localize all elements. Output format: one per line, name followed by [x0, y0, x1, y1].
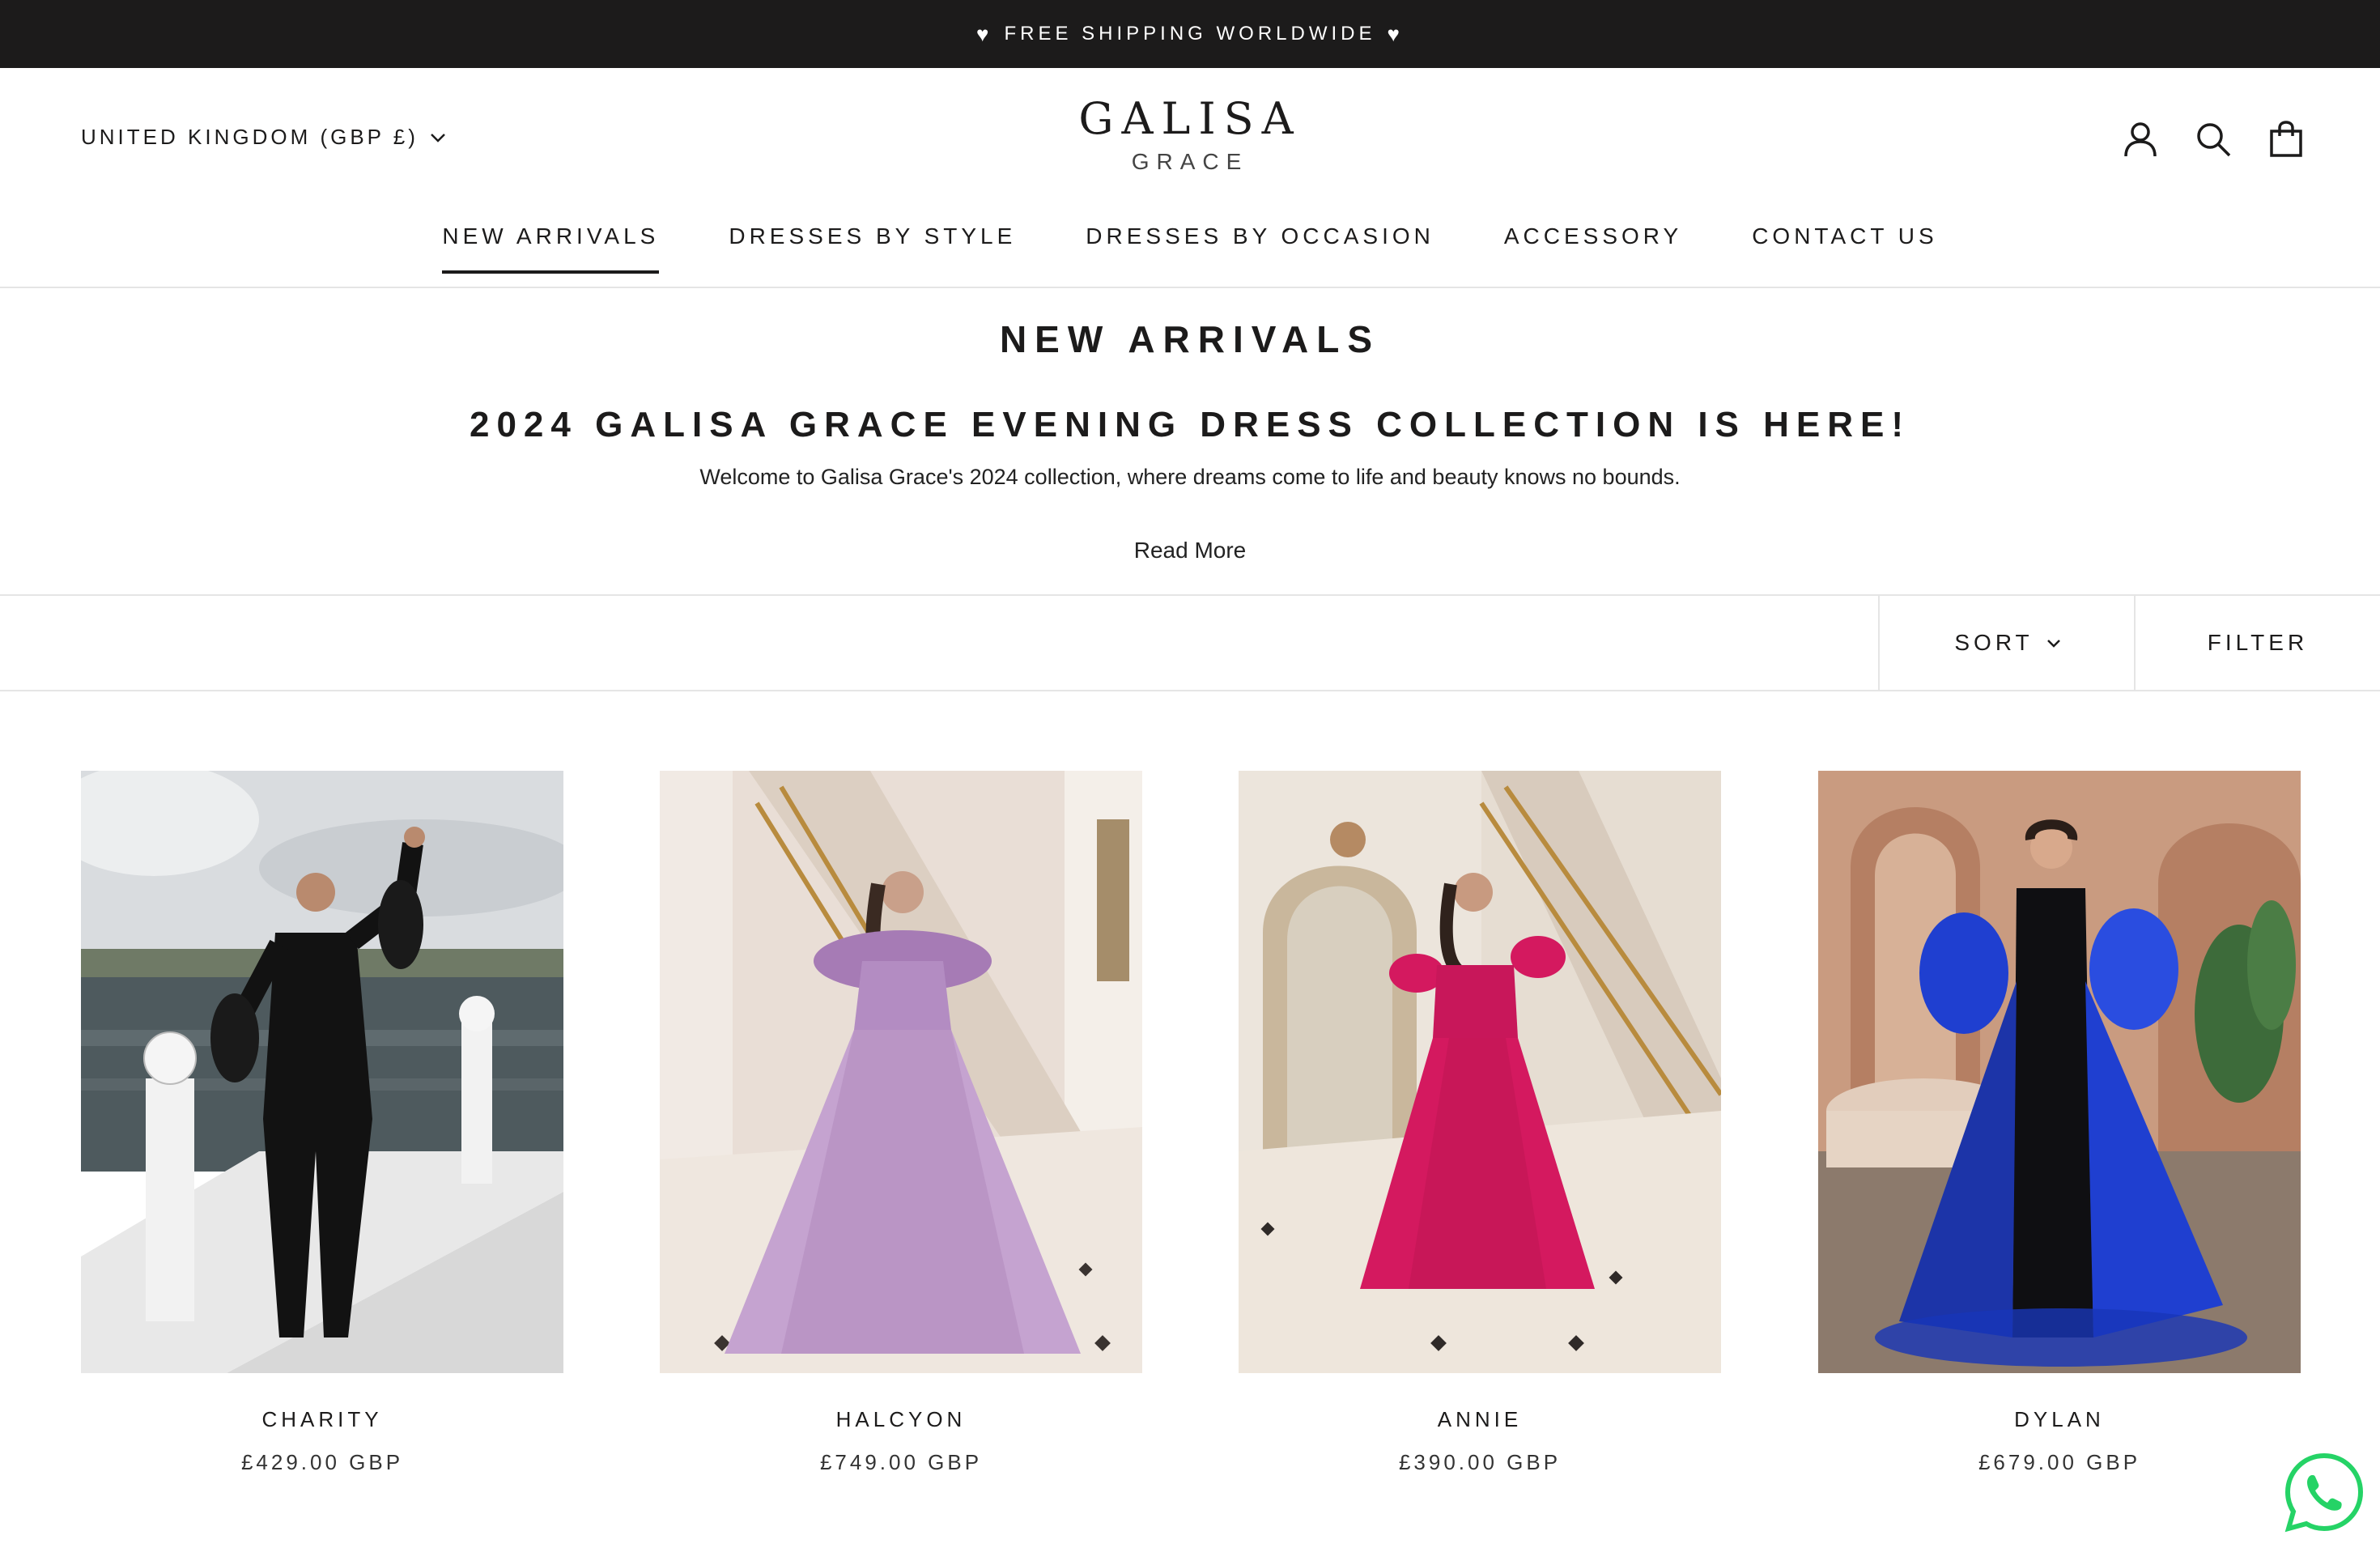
account-icon[interactable]: [2121, 120, 2160, 159]
filter-button[interactable]: FILTER: [2134, 596, 2380, 690]
product-name[interactable]: CHARITY: [81, 1407, 563, 1432]
product-card: HALCYON £749.00 GBP: [660, 771, 1142, 1475]
country-currency-selector[interactable]: UNITED KINGDOM (GBP £): [81, 125, 446, 150]
whatsapp-icon: [2284, 1452, 2364, 1533]
heart-icon: ♥: [976, 21, 993, 46]
product-card: CHARITY £429.00 GBP: [81, 771, 563, 1475]
search-icon[interactable]: [2194, 120, 2233, 159]
announcement-bar: ♥ FREE SHIPPING WORLDWIDE ♥: [0, 0, 2380, 68]
product-image[interactable]: [1239, 771, 1721, 1373]
logo-wordmark: GALISA: [1078, 93, 1302, 144]
product-card: DYLAN £679.00 GBP: [1818, 771, 2301, 1475]
product-image[interactable]: [1818, 771, 2301, 1373]
product-name[interactable]: HALCYON: [660, 1407, 1142, 1432]
main-navigation: NEW ARRIVALS DRESSES BY STYLE DRESSES BY…: [0, 223, 2380, 274]
nav-item-dresses-by-occasion[interactable]: DRESSES BY OCCASION: [1086, 223, 1434, 274]
collection-headline: 2024 GALISA GRACE EVENING DRESS COLLECTI…: [469, 405, 1911, 444]
product-price: £429.00 GBP: [240, 1450, 404, 1474]
product-card: ANNIE £390.00 GBP: [1239, 771, 1721, 1475]
product-image[interactable]: [660, 771, 1142, 1373]
nav-item-dresses-by-style[interactable]: DRESSES BY STYLE: [729, 223, 1016, 274]
read-more-link[interactable]: Read More: [0, 538, 2380, 563]
collection-toolbar: SORT FILTER: [0, 594, 2380, 691]
logo-subline: GRACE: [1131, 149, 1249, 174]
collection-intro: Welcome to Galisa Grace's 2024 collectio…: [699, 465, 1681, 489]
product-price: £390.00 GBP: [1398, 1450, 1562, 1474]
product-name[interactable]: DYLAN: [1818, 1407, 2301, 1432]
chevron-down-icon: [431, 133, 445, 142]
announcement-text: FREE SHIPPING WORLDWIDE: [1004, 23, 1376, 45]
nav-item-accessory[interactable]: ACCESSORY: [1504, 223, 1682, 274]
page-title: NEW ARRIVALS: [999, 318, 1381, 360]
product-name[interactable]: ANNIE: [1239, 1407, 1721, 1432]
site-header: UNITED KINGDOM (GBP £) GALISA GRACE NEW …: [0, 68, 2380, 288]
chevron-down-icon: [2046, 639, 2060, 648]
locale-label: UNITED KINGDOM (GBP £): [81, 125, 419, 149]
cart-icon[interactable]: [2267, 120, 2306, 159]
sort-button[interactable]: SORT: [1878, 596, 2136, 690]
product-price: £749.00 GBP: [819, 1450, 983, 1474]
header-icons: [2121, 120, 2306, 159]
heart-icon: ♥: [1387, 21, 1404, 46]
nav-item-new-arrivals[interactable]: NEW ARRIVALS: [442, 223, 660, 274]
whatsapp-chat-button[interactable]: [2283, 1451, 2365, 1533]
logo[interactable]: GALISA GRACE: [1069, 97, 1311, 175]
nav-item-contact-us[interactable]: CONTACT US: [1752, 223, 1937, 274]
sort-label: SORT: [1954, 630, 2034, 655]
product-price: £679.00 GBP: [1978, 1450, 2141, 1474]
product-image[interactable]: [81, 771, 563, 1373]
